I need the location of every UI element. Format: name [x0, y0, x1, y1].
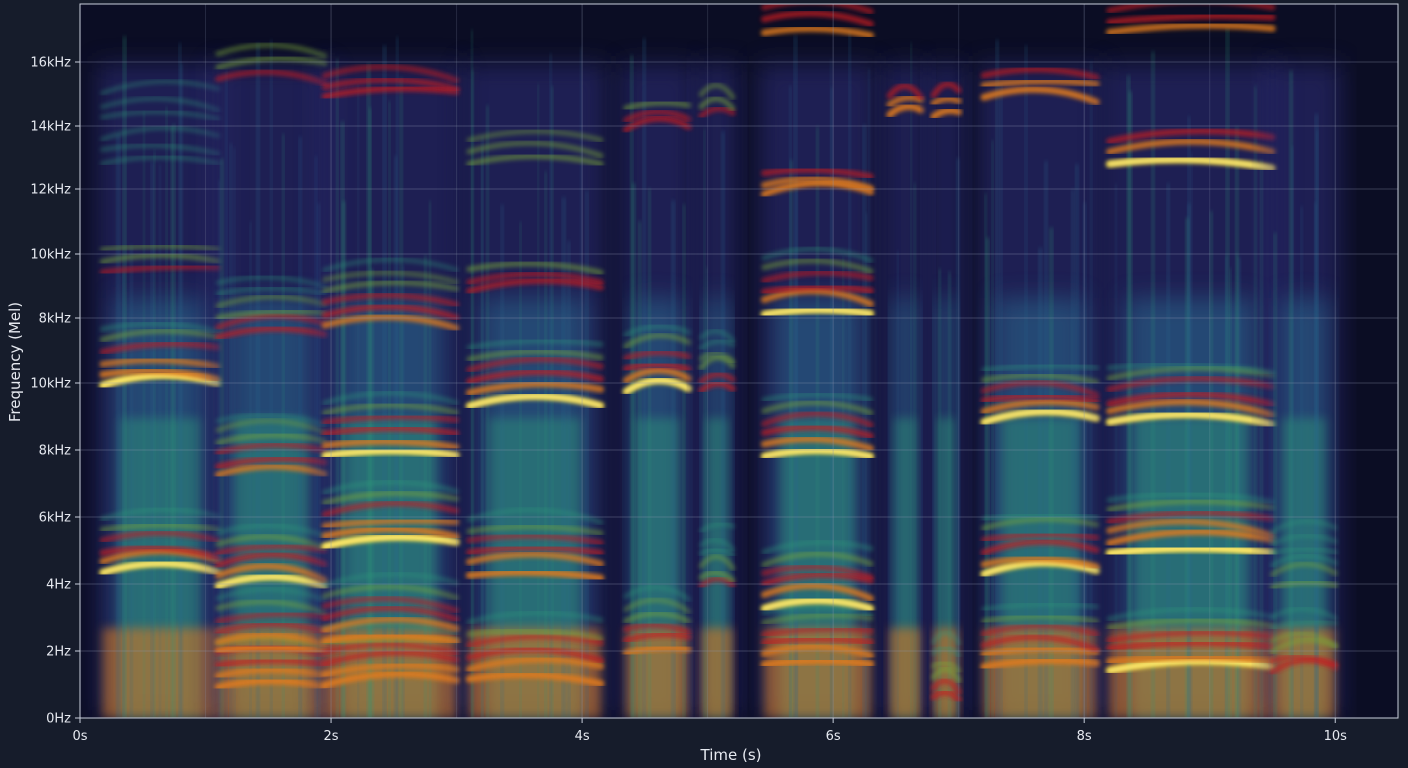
segment-streak — [165, 106, 168, 718]
segment-streak — [470, 29, 473, 718]
y-tick-label: 0Hz — [46, 712, 71, 727]
y-tick-label: 8kHz — [39, 312, 72, 327]
x-tick-label: 4s — [575, 729, 590, 744]
segment-streak — [703, 128, 706, 718]
segment-streak — [1316, 129, 1319, 718]
segment-streak — [233, 147, 236, 718]
segment-streak — [1075, 164, 1079, 718]
segment-streak — [282, 133, 285, 718]
segment-streak — [682, 204, 686, 718]
segment-streak — [1273, 232, 1277, 718]
segment-streak — [1166, 183, 1170, 718]
segment-streak — [218, 180, 220, 718]
voiced-segment — [212, 40, 331, 718]
segment-streak — [830, 59, 832, 718]
voiced-segment — [1266, 64, 1342, 718]
voiced-segment — [96, 36, 225, 718]
y-tick-label: 8kHz — [39, 444, 72, 459]
y-tick-label: 14kHz — [30, 120, 71, 135]
voiced-segment — [318, 37, 463, 718]
y-tick-label: 2Hz — [46, 645, 71, 660]
y-tick-label: 16kHz — [30, 56, 71, 71]
segment-streak — [638, 221, 642, 718]
segment-streak — [1049, 227, 1053, 718]
segment-streak — [999, 84, 1003, 718]
voiced-segment — [1103, 4, 1279, 718]
segment-streak — [143, 111, 145, 718]
segment-streak — [1151, 51, 1155, 718]
voiced-segment — [758, 4, 877, 718]
segment-streak — [671, 200, 676, 718]
segment-streak — [116, 135, 120, 718]
segment-streak — [336, 59, 339, 718]
y-tick-label: 10kHz — [30, 377, 71, 392]
y-axis-label: Frequency (Mel) — [6, 302, 24, 422]
x-tick-label: 0s — [72, 729, 87, 744]
voiced-segment — [463, 29, 607, 718]
segment-streak — [1044, 161, 1048, 718]
segment-streak — [897, 250, 899, 718]
x-axis-label: Time (s) — [700, 746, 762, 764]
segment-streak — [130, 245, 133, 718]
segment-streak — [486, 105, 489, 718]
harmonic-stripe — [760, 657, 875, 669]
voiced-segment — [695, 64, 739, 718]
segment-streak — [721, 131, 725, 718]
segment-floor — [889, 628, 922, 718]
x-tick-label: 8s — [1077, 729, 1092, 744]
segment-streak — [153, 150, 156, 718]
spectrogram-energy — [96, 4, 1342, 718]
segment-streak — [910, 42, 912, 718]
segment-streak — [1236, 253, 1238, 718]
voiced-segment — [883, 42, 928, 718]
y-tick-label: 4Hz — [46, 578, 71, 593]
voiced-segment — [620, 38, 695, 718]
x-tick-label: 10s — [1324, 729, 1348, 744]
spectrogram-chart: 0s 2s 4s 6s 8s 10s 0Hz 2Hz 4Hz 6kHz 8kHz 10kHz 8kHz… — [6, 3, 1399, 764]
y-axis-ticks: 0Hz 2Hz 4Hz 6kHz 8kHz 10kHz 8kHz 10kHz 12kHz 14kH… — [30, 56, 80, 727]
y-tick-label: 12kHz — [30, 183, 71, 198]
segment-streak — [395, 37, 399, 718]
y-tick-label: 6kHz — [39, 511, 72, 526]
x-tick-label: 2s — [324, 729, 339, 744]
segment-streak — [567, 241, 571, 718]
segment-streak — [298, 136, 302, 718]
x-axis-ticks: 0s 2s 4s 6s 8s 10s — [72, 718, 1347, 744]
segment-streak — [648, 188, 651, 718]
y-tick-label: 10kHz — [30, 248, 71, 263]
segment-streak — [519, 221, 522, 718]
segment-streak — [537, 83, 540, 718]
x-tick-label: 6s — [826, 729, 841, 744]
segment-streak — [180, 63, 183, 718]
segment-streak — [172, 124, 176, 718]
